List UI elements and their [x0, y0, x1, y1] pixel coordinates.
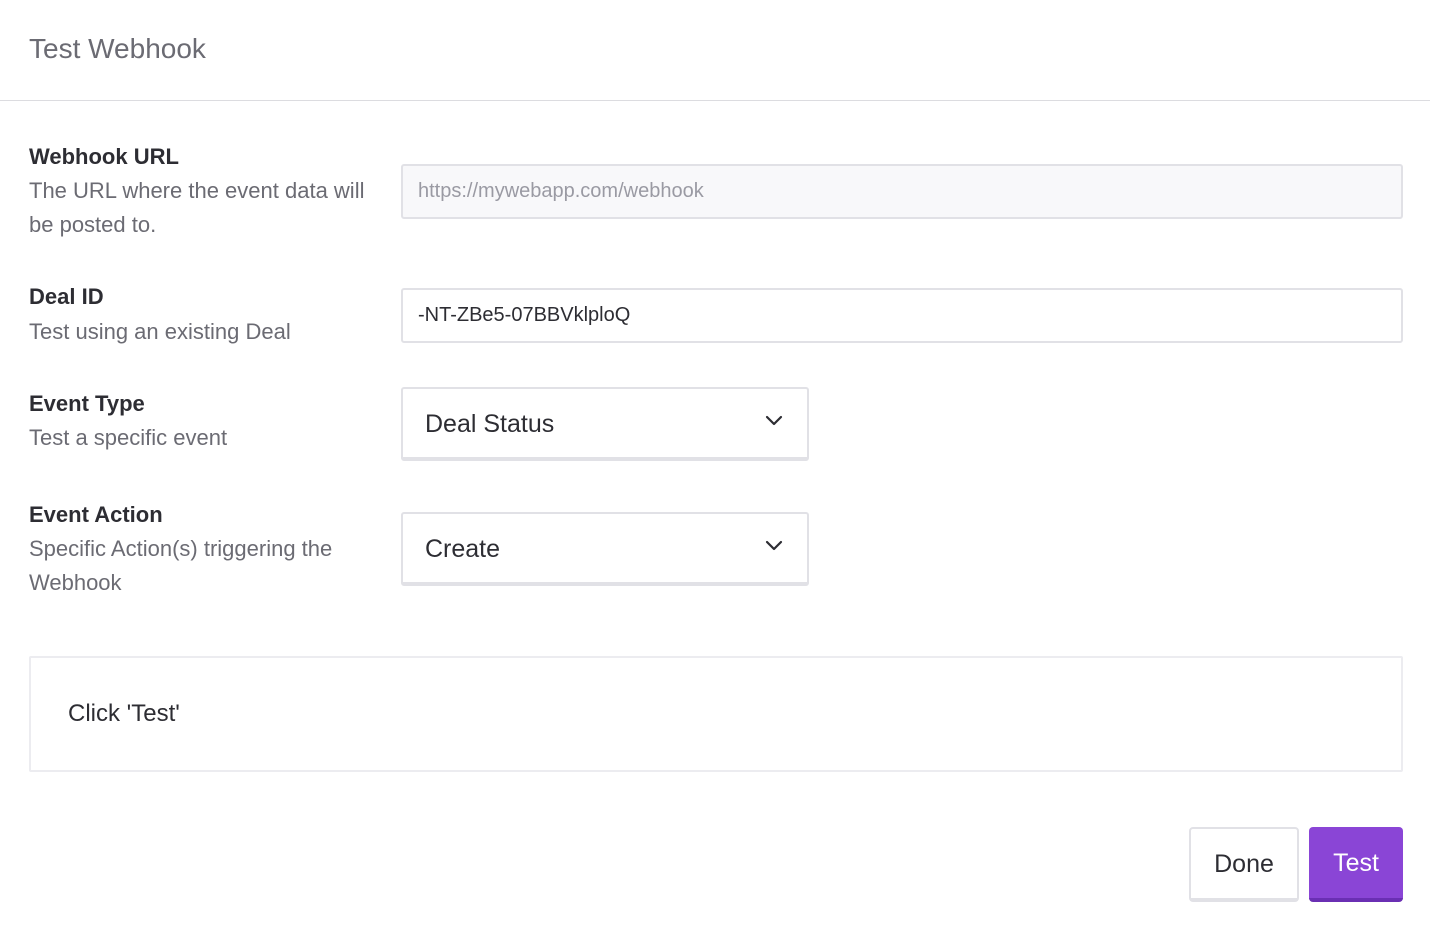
- test-result-text: Click 'Test': [68, 700, 180, 727]
- event-type-label: Event Type: [29, 391, 145, 416]
- deal-id-input[interactable]: [401, 288, 1403, 343]
- done-button[interactable]: Done: [1189, 827, 1299, 902]
- test-result-panel: Click 'Test': [29, 656, 1403, 772]
- event-type-select[interactable]: Deal Status: [401, 387, 809, 461]
- event-action-select[interactable]: Create: [401, 512, 809, 586]
- deal-id-label: Deal ID: [29, 284, 104, 309]
- webhook-url-label: Webhook URL: [29, 144, 179, 169]
- event-type-selected-value: Deal Status: [425, 410, 555, 438]
- webhook-url-input[interactable]: [401, 164, 1403, 219]
- event-type-description: Test a specific event: [29, 425, 228, 450]
- deal-id-description: Test using an existing Deal: [29, 319, 291, 344]
- event-action-label: Event Action: [29, 502, 163, 527]
- chevron-down-icon: [765, 540, 783, 551]
- webhook-url-description: The URL where the event data will be pos…: [29, 178, 365, 237]
- event-action-selected-value: Create: [425, 535, 501, 563]
- chevron-down-icon: [765, 415, 783, 426]
- test-button[interactable]: Test: [1309, 827, 1403, 902]
- event-action-description: Specific Action(s) triggering the Webhoo…: [29, 536, 333, 595]
- modal-header: Test Webhook: [0, 0, 1430, 101]
- test-webhook-modal: Test Webhook Webhook URL The URL where t…: [0, 0, 1430, 947]
- modal-title: Test Webhook: [29, 33, 206, 64]
